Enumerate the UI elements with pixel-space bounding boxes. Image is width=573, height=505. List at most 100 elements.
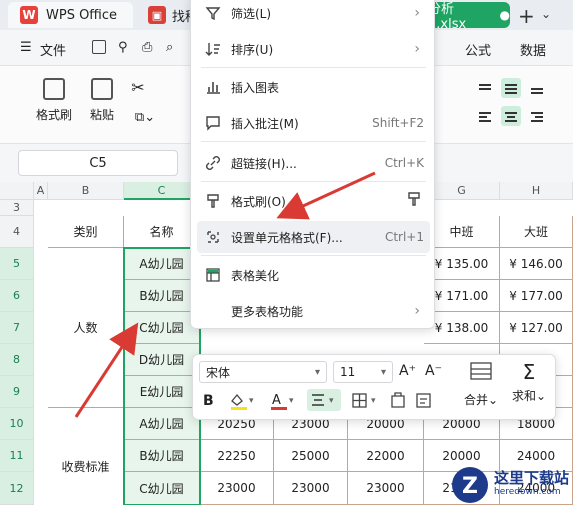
table-cell-value[interactable]: 23000 <box>348 472 424 505</box>
format-painter-side-icon[interactable] <box>406 191 422 211</box>
menu-item-insert-chart[interactable]: 插入图表 <box>197 71 430 103</box>
border-icon[interactable]: ▾ <box>351 391 381 415</box>
select-all-corner[interactable] <box>0 182 34 200</box>
menu-item-format-cells[interactable]: 设置单元格格式(F)... Ctrl+1 <box>197 221 430 253</box>
table-cell-name[interactable]: D幼儿园 <box>124 344 200 376</box>
row-header-8[interactable]: 8 <box>0 344 34 376</box>
menu-item-filter[interactable]: 筛选(L) › <box>197 0 430 29</box>
menu-item-table-beautify[interactable]: 表格美化 <box>197 259 430 291</box>
preview-icon[interactable]: ⌕ <box>166 40 173 55</box>
menu-icon[interactable]: ☰ <box>20 40 32 55</box>
increase-font-icon[interactable]: A⁺ <box>399 363 416 379</box>
table-cell-value[interactable]: 23000 <box>274 472 348 505</box>
format-icon[interactable] <box>415 391 433 415</box>
format-cells-icon <box>205 229 221 245</box>
table-cell-value[interactable]: 23000 <box>200 472 274 505</box>
align-middle-icon[interactable] <box>501 78 521 98</box>
chevron-right-icon: › <box>414 303 420 319</box>
print-icon[interactable]: ⎙ <box>142 40 152 55</box>
table-cell-name[interactable]: B幼儿园 <box>124 280 200 312</box>
menu-item-label: 格式刷(O) <box>231 194 286 209</box>
header-name[interactable]: 名称 <box>124 216 200 248</box>
header-mid-class[interactable]: 中班 <box>424 216 500 248</box>
copy-icon[interactable]: ⧉⌄ <box>128 110 162 125</box>
bold-button[interactable]: B <box>203 393 214 409</box>
row-header-6[interactable]: 6 <box>0 280 34 312</box>
row-header-11[interactable]: 11 <box>0 440 34 472</box>
new-tab-button[interactable]: + <box>518 4 535 28</box>
header-big-class[interactable]: 大班 <box>500 216 573 248</box>
chart-icon <box>205 79 221 95</box>
menu-item-format-painter[interactable]: 格式刷(O) <box>197 185 430 217</box>
row-header-10[interactable]: 10 <box>0 408 34 440</box>
table-cell-mid[interactable]: ¥ 171.00 <box>424 280 500 312</box>
table-cell-value[interactable]: 25000 <box>274 440 348 472</box>
row-header-9[interactable]: 9 <box>0 376 34 408</box>
table-style-icon <box>205 267 221 283</box>
sum-button[interactable]: Σ 求和⌄ <box>509 361 549 404</box>
save-icon[interactable] <box>92 40 106 54</box>
table-cell-big[interactable]: ¥ 127.00 <box>500 312 573 344</box>
table-cell-mid[interactable]: ¥ 135.00 <box>424 248 500 280</box>
format-painter-button[interactable]: 格式刷 <box>34 78 74 123</box>
menu-item-sort[interactable]: 排序(U) › <box>197 33 430 65</box>
font-family-select[interactable]: 宋体 ▾ <box>199 361 327 383</box>
table-cell-big[interactable]: ¥ 146.00 <box>500 248 573 280</box>
tab-data[interactable]: 数据 <box>520 40 546 59</box>
table-cell-name[interactable]: C幼儿园 <box>124 472 200 505</box>
tab-wps-home[interactable]: W WPS Office <box>8 2 133 28</box>
column-header-b[interactable]: B <box>48 182 124 200</box>
menu-item-hyperlink[interactable]: 超链接(H)... Ctrl+K <box>197 147 430 179</box>
row-header-7[interactable]: 7 <box>0 312 34 344</box>
svg-text:▾: ▾ <box>329 396 334 406</box>
table-cell-name[interactable]: A幼儿园 <box>124 408 200 440</box>
table-cell-name[interactable]: E幼儿园 <box>124 376 200 408</box>
table-cell-name[interactable]: C幼儿园 <box>124 312 200 344</box>
table-cell-value[interactable]: 22000 <box>348 440 424 472</box>
name-box[interactable]: C5 <box>18 150 178 176</box>
row-header-4[interactable]: 4 <box>0 216 34 248</box>
align-top-icon[interactable] <box>475 78 495 98</box>
merge-button[interactable]: 合并⌄ <box>463 361 499 408</box>
close-icon[interactable]: ● <box>500 8 510 22</box>
watermark-z-icon: Z <box>452 467 488 503</box>
align-left-icon[interactable] <box>475 106 495 126</box>
comment-icon <box>205 115 221 131</box>
column-header-g[interactable]: G <box>424 182 500 200</box>
table-cell-name[interactable]: B幼儿园 <box>124 440 200 472</box>
row-header-3[interactable]: 3 <box>0 200 34 216</box>
table-cell-value[interactable]: 22250 <box>200 440 274 472</box>
filter-icon <box>205 5 221 21</box>
table-cell-name[interactable]: A幼儿园 <box>124 248 200 280</box>
svg-text:▾: ▾ <box>371 396 376 406</box>
table-cell-big[interactable]: ¥ 177.00 <box>500 280 573 312</box>
menu-item-more-table-functions[interactable]: 更多表格功能 › <box>197 295 430 327</box>
fill-color-button[interactable]: ▾ <box>229 391 259 415</box>
group-headcount[interactable]: 人数 <box>48 248 124 408</box>
cut-icon[interactable]: ✂ <box>128 78 148 97</box>
font-color-button[interactable]: A ▾ <box>269 391 299 415</box>
paste-button[interactable]: 粘贴 <box>82 78 122 123</box>
file-menu[interactable]: 文件 <box>40 40 66 59</box>
column-header-a[interactable]: A <box>34 182 48 200</box>
column-header-h[interactable]: H <box>500 182 573 200</box>
row-header-5[interactable]: 5 <box>0 248 34 280</box>
table-cell-mid[interactable]: ¥ 138.00 <box>424 312 500 344</box>
tab-formula[interactable]: 公式 <box>465 40 491 59</box>
group-fee[interactable]: 收费标准 <box>48 408 124 505</box>
align-center-button[interactable]: ▾ <box>307 389 341 411</box>
cell-style-icon[interactable] <box>389 391 407 415</box>
menu-item-insert-comment[interactable]: 插入批注(M) Shift+F2 <box>197 107 430 139</box>
decrease-font-icon[interactable]: A⁻ <box>425 363 442 379</box>
shortcut: Ctrl+K <box>384 156 424 170</box>
header-category[interactable]: 类别 <box>48 216 124 248</box>
column-header-c[interactable]: C <box>124 182 200 200</box>
brush-icon <box>205 193 221 209</box>
align-bottom-icon[interactable] <box>527 78 547 98</box>
row-header-12[interactable]: 12 <box>0 472 34 505</box>
align-right-icon[interactable] <box>527 106 547 126</box>
link-icon[interactable]: ⚲ <box>118 40 128 55</box>
align-center-icon[interactable] <box>501 106 521 126</box>
chevron-down-icon[interactable]: ⌄ <box>541 7 551 21</box>
font-size-select[interactable]: 11 ▾ <box>333 361 393 383</box>
